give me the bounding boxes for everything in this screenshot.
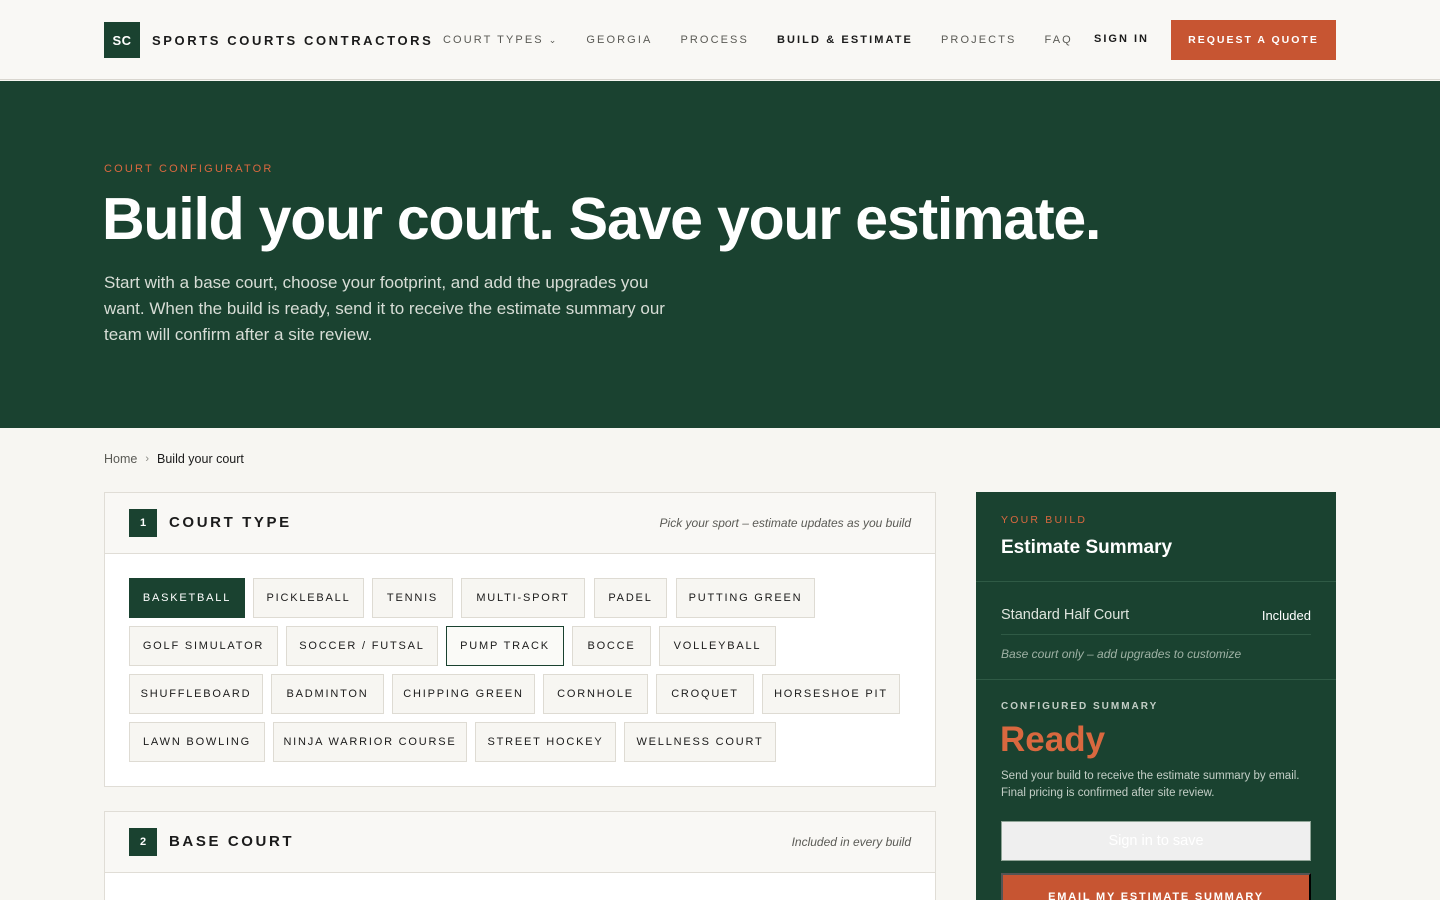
chevron-right-icon: ›: [145, 453, 150, 465]
court-type-panel: 1 COURT TYPE Pick your sport – estimate …: [104, 492, 936, 787]
base-court-header: 2 BASE COURT Included in every build: [105, 812, 935, 873]
summary-description: Send your build to receive the estimate …: [1001, 770, 1300, 799]
line-item-name: Standard Half Court: [1001, 607, 1130, 623]
court-option-putting-green[interactable]: PUTTING GREEN: [676, 578, 815, 618]
divider: [976, 679, 1336, 680]
step-hint: Pick your sport – estimate updates as yo…: [659, 516, 911, 530]
breadcrumb-home[interactable]: Home: [104, 452, 137, 466]
sign-in-to-save-button[interactable]: Sign in to save: [1001, 821, 1311, 861]
court-option-pump-track[interactable]: PUMP TRACK: [446, 626, 564, 666]
line-item-value: Included: [1261, 608, 1311, 623]
court-option-croquet[interactable]: CROQUET: [656, 674, 754, 714]
nav-process[interactable]: PROCESS: [680, 34, 749, 46]
court-option-pickleball[interactable]: PICKLEBALL: [253, 578, 364, 618]
court-option-badminton[interactable]: BADMINTON: [271, 674, 384, 714]
page-title: Build your court. Save your estimate.: [102, 186, 1101, 252]
summary-eyebrow: YOUR BUILD: [1001, 514, 1088, 526]
nav-projects[interactable]: PROJECTS: [941, 34, 1016, 46]
breadcrumb: Home › Build your court: [104, 452, 244, 466]
main-nav: COURT TYPES ⌄ GEORGIA PROCESS BUILD & EST…: [443, 34, 1101, 46]
hero-eyebrow: COURT CONFIGURATOR: [104, 163, 274, 175]
email-estimate-button[interactable]: EMAIL MY ESTIMATE SUMMARY: [1001, 873, 1311, 900]
court-option-multi-sport[interactable]: MULTI-SPORT: [461, 578, 585, 618]
step-number-badge: 1: [129, 509, 157, 537]
nav-court-types[interactable]: COURT TYPES ⌄: [443, 34, 558, 46]
chevron-down-icon: ⌄: [548, 34, 559, 45]
step-title: BASE COURT: [169, 833, 295, 850]
divider: [1001, 634, 1311, 635]
breadcrumb-current: Build your court: [157, 452, 244, 466]
court-option-lawn-bowling[interactable]: LAWN BOWLING: [129, 722, 265, 762]
logo-mark[interactable]: SC: [104, 22, 140, 58]
court-option-soccer-futsal[interactable]: SOCCER / FUTSAL: [286, 626, 438, 666]
court-option-wellness-court[interactable]: WELLNESS COURT: [624, 722, 776, 762]
hero-subtitle: Start with a base court, choose your foo…: [104, 273, 665, 344]
request-quote-button[interactable]: REQUEST A QUOTE: [1171, 20, 1336, 60]
court-option-shuffleboard[interactable]: SHUFFLEBOARD: [129, 674, 263, 714]
estimate-summary-panel: YOUR BUILD Estimate Summary Standard Hal…: [976, 492, 1336, 900]
court-option-chipping-green[interactable]: CHIPPING GREEN: [392, 674, 535, 714]
hero: COURT CONFIGURATOR Build your court. Sav…: [0, 81, 1440, 428]
nav-build-estimate[interactable]: BUILD & ESTIMATE: [777, 34, 913, 46]
configured-status: Ready: [1000, 720, 1106, 759]
court-option-padel[interactable]: PADEL: [594, 578, 667, 618]
configured-summary-label: CONFIGURED SUMMARY: [1001, 701, 1159, 712]
step-number-badge: 2: [129, 828, 157, 856]
nav-faq[interactable]: FAQ: [1044, 34, 1072, 46]
nav-georgia[interactable]: GEORGIA: [586, 34, 652, 46]
base-court-panel: 2 BASE COURT Included in every build: [104, 811, 936, 900]
summary-note: Base court only – add upgrades to custom…: [1001, 647, 1242, 661]
court-option-bocce[interactable]: BOCCE: [572, 626, 651, 666]
summary-title: Estimate Summary: [1001, 537, 1173, 558]
step-title: COURT TYPE: [169, 514, 292, 531]
court-option-street-hockey[interactable]: STREET HOCKEY: [475, 722, 616, 762]
site-header: SC SPORTS COURTS CONTRACTORS COURT TYPES…: [0, 0, 1440, 80]
court-option-ninja-warrior-course[interactable]: NINJA WARRIOR COURSE: [273, 722, 467, 762]
court-option-cornhole[interactable]: CORNHOLE: [543, 674, 648, 714]
court-option-volleyball[interactable]: VOLLEYBALL: [659, 626, 776, 666]
divider: [976, 581, 1336, 582]
court-option-basketball[interactable]: BASKETBALL: [129, 578, 245, 618]
step-hint: Included in every build: [791, 835, 911, 849]
court-option-golf-simulator[interactable]: GOLF SIMULATOR: [129, 626, 278, 666]
court-option-tennis[interactable]: TENNIS: [372, 578, 453, 618]
brand-name[interactable]: SPORTS COURTS CONTRACTORS: [152, 33, 433, 48]
court-type-header: 1 COURT TYPE Pick your sport – estimate …: [105, 493, 935, 554]
court-option-horseshoe-pit[interactable]: HORSESHOE PIT: [762, 674, 900, 714]
sign-in-link[interactable]: SIGN IN: [1094, 33, 1149, 45]
